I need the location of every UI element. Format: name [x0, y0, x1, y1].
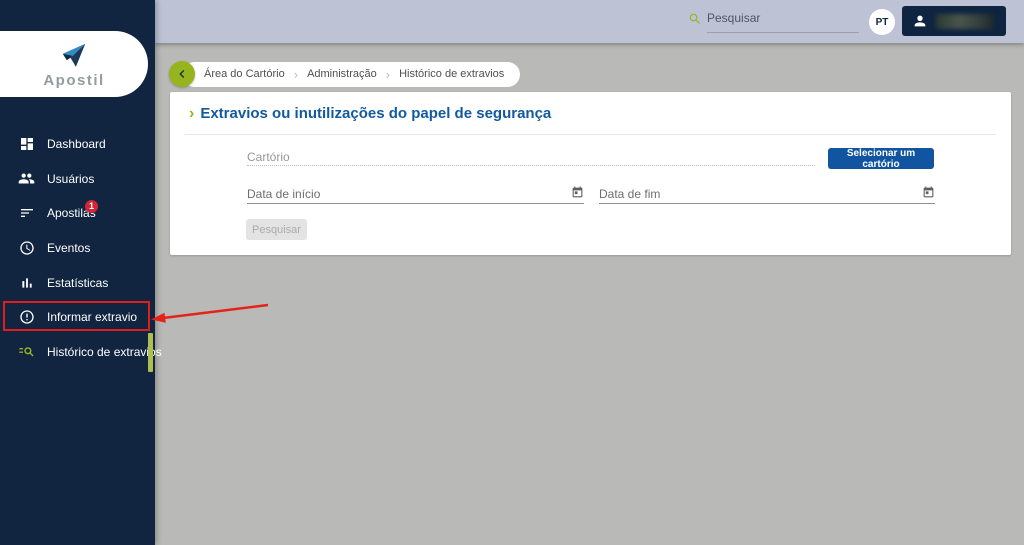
app-root: { "brand": { "name": "Apostil" }, "topba… [0, 0, 1024, 545]
sidebar: Apostil Dashboard Usuários Apostilas 1 E… [0, 0, 155, 545]
sidebar-item-label: Eventos [47, 241, 90, 255]
person-icon [912, 13, 928, 29]
active-indicator [148, 333, 153, 372]
extravios-card: › Extravios ou inutilizações do papel de… [170, 92, 1011, 255]
sidebar-item-historico-de-extravios[interactable]: Histórico de extravios [0, 335, 155, 370]
chevron-right-icon: › [294, 67, 298, 82]
notification-badge: 1 [85, 200, 98, 213]
select-cartorio-button[interactable]: Selecionar um cartório [828, 148, 934, 169]
sidebar-nav: Dashboard Usuários Apostilas 1 Eventos E… [0, 127, 155, 369]
users-icon [18, 170, 35, 187]
redacted-user-name [936, 14, 994, 29]
cartorio-label: Cartório [247, 150, 290, 164]
paper-plane-icon [57, 40, 91, 70]
breadcrumb-item[interactable]: Histórico de extravios [399, 68, 504, 80]
sidebar-item-label: Informar extravio [47, 310, 137, 324]
pesquisar-button[interactable]: Pesquisar [246, 219, 307, 240]
divider [185, 134, 996, 135]
error-circle-icon [18, 309, 35, 326]
topbar: PT [155, 0, 1024, 43]
sidebar-item-eventos[interactable]: Eventos [0, 231, 155, 266]
calendar-icon[interactable] [922, 186, 935, 199]
sidebar-item-informar-extravio[interactable]: Informar extravio [0, 300, 155, 335]
sidebar-item-label: Estatísticas [47, 276, 108, 290]
start-date-field[interactable] [247, 185, 584, 204]
bar-chart-icon [18, 274, 35, 291]
sidebar-item-dashboard[interactable]: Dashboard [0, 127, 155, 162]
search-list-icon [18, 343, 35, 360]
breadcrumb-item[interactable]: Administração [307, 68, 377, 80]
breadcrumb-item[interactable]: Área do Cartório [204, 68, 285, 80]
chevron-left-icon [174, 66, 190, 82]
user-menu-button[interactable] [902, 6, 1006, 36]
page-title: › Extravios ou inutilizações do papel de… [189, 105, 551, 123]
sidebar-item-label: Usuários [47, 172, 94, 186]
search-icon [688, 12, 702, 26]
page-title-text: Extravios ou inutilizações do papel de s… [200, 105, 551, 122]
sidebar-item-apostilas[interactable]: Apostilas 1 [0, 196, 155, 231]
brand-name: Apostil [43, 72, 104, 89]
breadcrumb-pill: Área do Cartório › Administração › Histó… [182, 62, 520, 87]
end-date-input[interactable] [599, 187, 917, 201]
dashboard-icon [18, 136, 35, 153]
cartorio-field[interactable]: Cartório [247, 148, 815, 166]
back-button[interactable] [169, 61, 195, 87]
sort-lines-icon [18, 205, 35, 222]
brand-logo[interactable]: Apostil [0, 31, 148, 97]
sidebar-item-label: Histórico de extravios [47, 345, 162, 359]
chevron-right-icon: › [386, 67, 390, 82]
sidebar-item-estatisticas[interactable]: Estatísticas [0, 265, 155, 300]
language-button[interactable]: PT [869, 9, 895, 35]
search-input[interactable] [707, 11, 859, 33]
start-date-input[interactable] [247, 187, 566, 201]
main-content: Área do Cartório › Administração › Histó… [155, 43, 1024, 545]
breadcrumb: Área do Cartório › Administração › Histó… [169, 61, 520, 87]
sidebar-item-usuarios[interactable]: Usuários [0, 162, 155, 197]
search-box[interactable] [688, 11, 859, 33]
sidebar-item-label: Dashboard [47, 137, 106, 151]
clock-icon [18, 240, 35, 257]
end-date-field[interactable] [599, 185, 935, 204]
chevron-right-icon: › [189, 105, 194, 123]
calendar-icon[interactable] [571, 186, 584, 199]
